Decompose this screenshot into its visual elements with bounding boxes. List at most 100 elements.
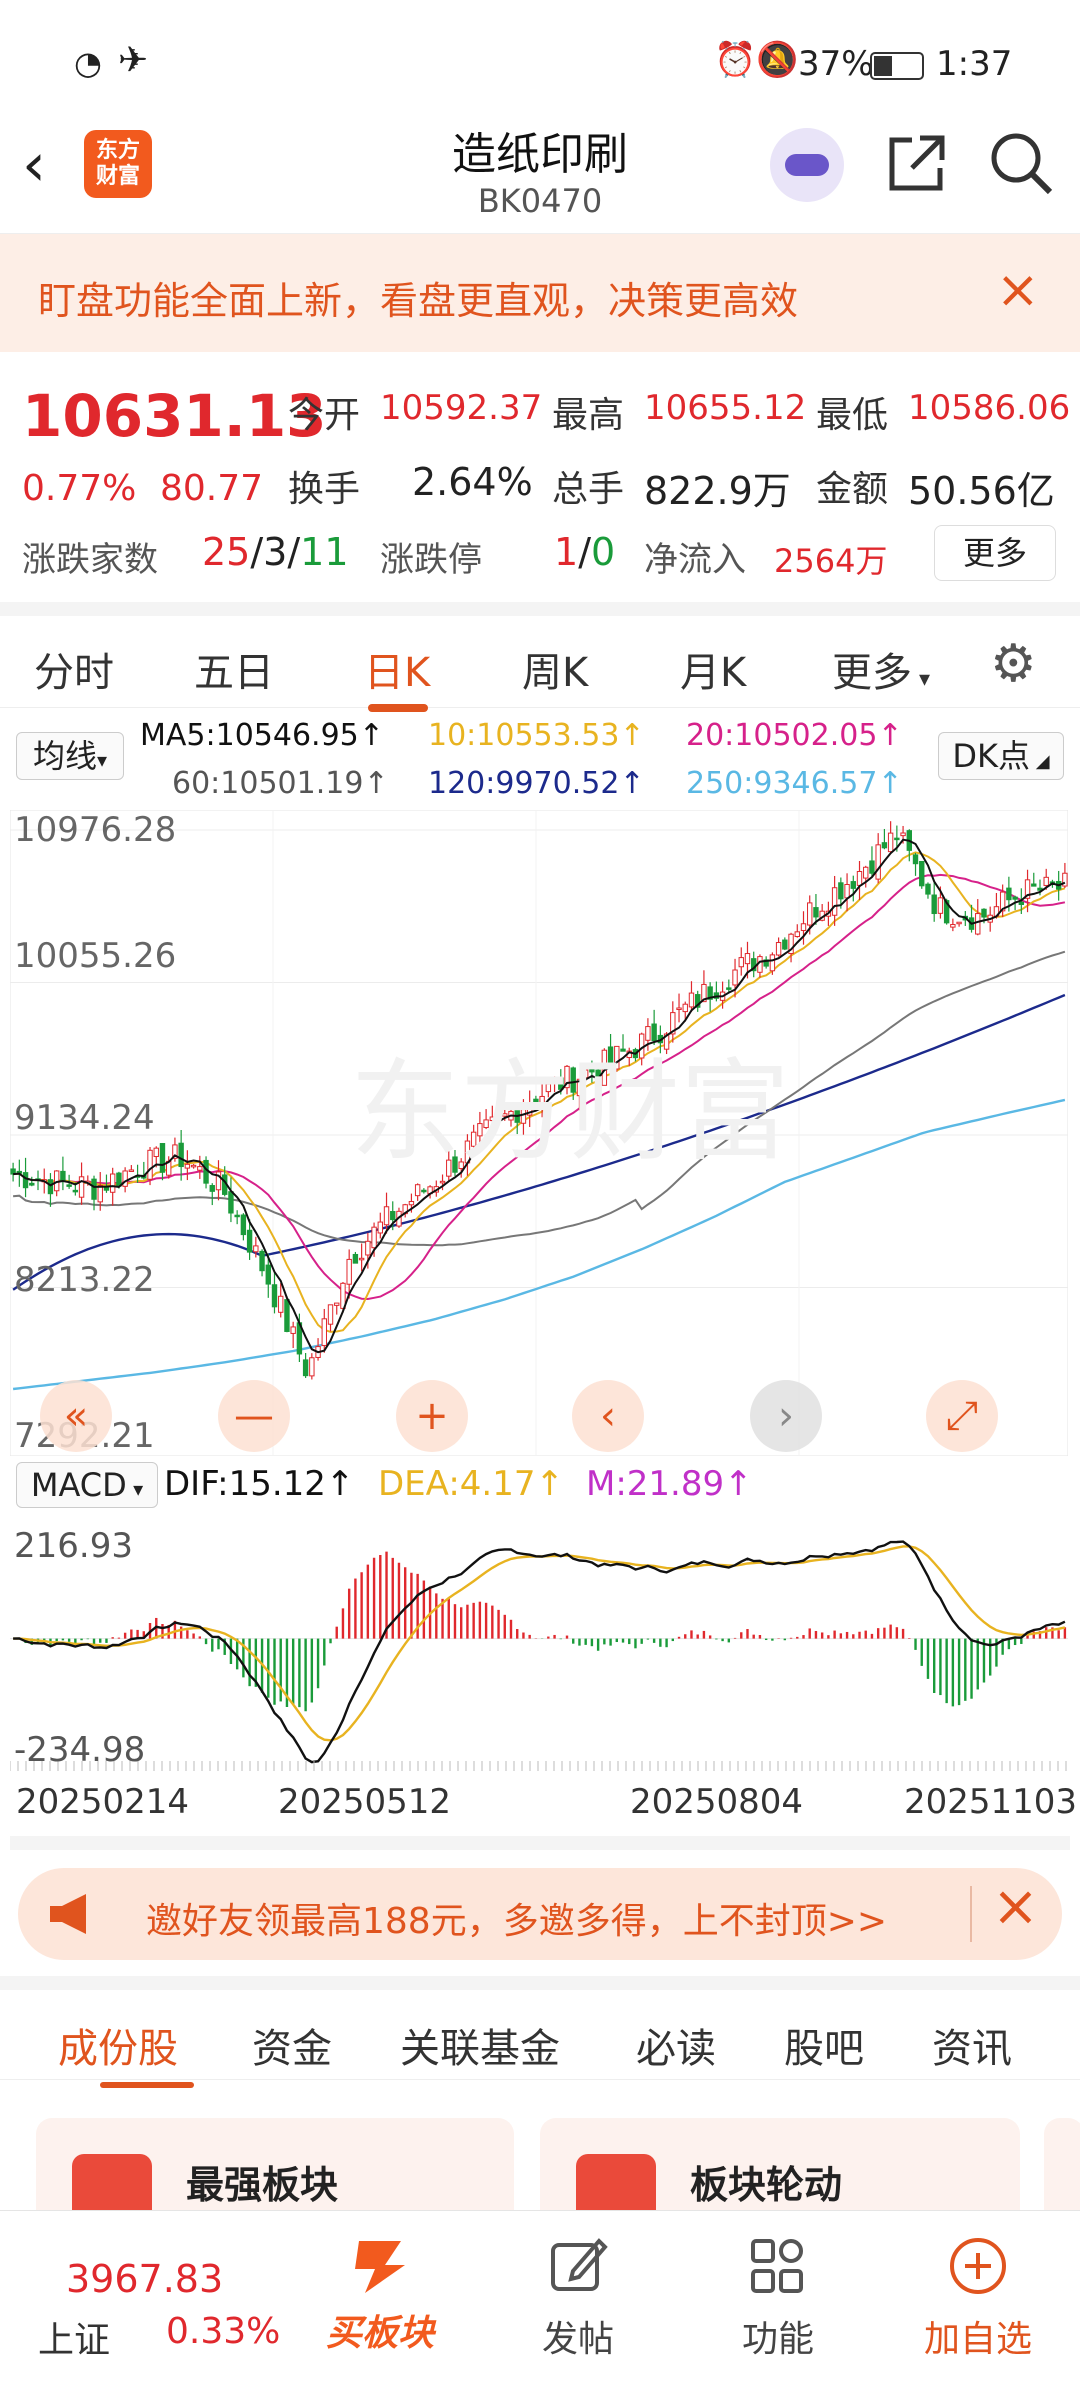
add-watchlist-button[interactable]: 加自选 bbox=[908, 2231, 1048, 2362]
y-tick-label: 10055.26 bbox=[14, 936, 177, 976]
close-icon[interactable]: × bbox=[992, 1874, 1039, 1939]
candle-body bbox=[178, 1142, 184, 1168]
bottom-nav: 3967.83 上证 0.33% 买板块 发帖 功能 加自选 bbox=[0, 2210, 1080, 2388]
candle-body bbox=[863, 866, 869, 879]
wifi-icon: ◔ bbox=[74, 44, 102, 82]
macd-dea-value: DEA:4.17↑ bbox=[378, 1464, 564, 1504]
edit-icon bbox=[551, 2238, 608, 2291]
zoom-out-button[interactable]: — bbox=[218, 1380, 290, 1452]
tab-forum[interactable]: 股吧 bbox=[784, 2016, 864, 2074]
macd-selector[interactable]: MACD ▾ bbox=[16, 1462, 158, 1508]
high-value: 10655.12 bbox=[644, 388, 807, 428]
megaphone-icon bbox=[50, 1894, 86, 1934]
candle-body bbox=[190, 1164, 197, 1168]
candle-body bbox=[383, 1206, 390, 1226]
notice-text: 盯盘功能全面上新，看盘更直观，决策更高效 bbox=[38, 279, 799, 323]
candle-body bbox=[439, 1180, 446, 1184]
tab-must-read[interactable]: 必读 bbox=[636, 2016, 716, 2074]
chevron-down-icon: ▾ bbox=[126, 1477, 144, 1501]
tab-related-funds[interactable]: 关联基金 bbox=[400, 2016, 560, 2074]
battery-percent: 37% bbox=[798, 44, 874, 84]
card-title: 最强板块 bbox=[186, 2163, 339, 2207]
candle-body bbox=[782, 939, 788, 950]
tab-weekly-k[interactable]: 周K bbox=[522, 640, 588, 698]
x-tick-label: 20250804 bbox=[630, 1782, 804, 1822]
candle-body bbox=[844, 884, 850, 899]
tab-intraday[interactable]: 分时 bbox=[34, 640, 114, 698]
clock: 1:37 bbox=[936, 44, 1013, 84]
candle-body bbox=[1043, 876, 1049, 886]
search-icon[interactable] bbox=[988, 130, 1054, 196]
zoom-in-button[interactable]: + bbox=[396, 1380, 468, 1452]
low-value: 10586.06 bbox=[908, 388, 1071, 428]
candle-body bbox=[47, 1179, 54, 1195]
volume-label: 总手 bbox=[552, 469, 625, 510]
limit-counts: 1/0 bbox=[554, 530, 616, 574]
candle-body bbox=[91, 1178, 97, 1200]
share-icon[interactable] bbox=[886, 132, 948, 194]
candle-body bbox=[956, 921, 962, 925]
tab-five-day[interactable]: 五日 bbox=[194, 640, 274, 698]
candle-body bbox=[128, 1169, 135, 1172]
candle-body bbox=[688, 992, 695, 1008]
ai-assistant-icon[interactable] bbox=[770, 128, 844, 202]
x-tick-label: 20250214 bbox=[16, 1782, 190, 1822]
ma250-value: 250:9346.57↑ bbox=[686, 766, 903, 801]
dk-point-selector[interactable]: DK点 ◢ bbox=[938, 732, 1064, 780]
active-tab-indicator bbox=[368, 704, 428, 712]
chevron-down-icon: ▾ bbox=[96, 748, 108, 772]
candle-body bbox=[1031, 883, 1037, 887]
tab-daily-k[interactable]: 日K bbox=[364, 640, 430, 698]
candle-body bbox=[234, 1214, 240, 1218]
macd-chart[interactable] bbox=[10, 1515, 1068, 1771]
candle-body bbox=[271, 1284, 278, 1308]
period-tabs: 分时 五日 日K 周K 月K 更多 ▾ ⚙ bbox=[0, 602, 1080, 712]
change-percent: 0.77% bbox=[22, 468, 137, 509]
net-inflow-label: 净流入 bbox=[644, 540, 746, 580]
ma20-value: 20:10502.05↑ bbox=[686, 718, 903, 753]
candle-body bbox=[284, 1299, 290, 1332]
candle-body bbox=[975, 913, 981, 935]
candle-body bbox=[931, 894, 937, 915]
index-name: 上证 bbox=[38, 2320, 111, 2361]
tab-monthly-k[interactable]: 月K bbox=[680, 640, 746, 698]
candle-body bbox=[203, 1159, 209, 1184]
candle-body bbox=[346, 1258, 352, 1285]
indicator-selector[interactable]: 均线▾ bbox=[16, 732, 124, 780]
candle-body bbox=[856, 871, 863, 886]
candle-body bbox=[1018, 901, 1025, 906]
settings-icon[interactable]: ⚙ bbox=[990, 634, 1037, 694]
candle-body bbox=[153, 1147, 159, 1158]
advance-decline-label: 涨跌家数 bbox=[22, 540, 158, 580]
tab-constituents[interactable]: 成份股 bbox=[58, 2016, 178, 2074]
candle-body bbox=[925, 883, 931, 895]
post-button[interactable]: 发帖 bbox=[508, 2231, 648, 2362]
limit-label: 涨跌停 bbox=[380, 540, 482, 580]
functions-button[interactable]: 功能 bbox=[708, 2231, 848, 2362]
tab-capital[interactable]: 资金 bbox=[252, 2016, 332, 2074]
candle-body bbox=[60, 1170, 66, 1181]
last-price: 10631.13 bbox=[22, 382, 327, 450]
candle-body bbox=[228, 1191, 234, 1214]
candle-body bbox=[738, 957, 744, 968]
candle-body bbox=[209, 1185, 215, 1192]
buy-sector-button[interactable]: 买板块 bbox=[310, 2231, 450, 2356]
fullscreen-icon[interactable]: ⤢ bbox=[926, 1380, 998, 1452]
scroll-start-button[interactable]: « bbox=[40, 1380, 112, 1452]
open-value: 10592.37 bbox=[380, 388, 543, 428]
candle-body bbox=[309, 1357, 315, 1377]
more-button[interactable]: 更多 bbox=[934, 525, 1056, 581]
scroll-left-button[interactable]: ‹ bbox=[572, 1380, 644, 1452]
amount-value: 50.56亿 bbox=[908, 469, 1055, 513]
mute-icon: 🔕 bbox=[756, 40, 799, 80]
candle-body bbox=[645, 1026, 651, 1041]
kline-chart[interactable]: 东方财富 bbox=[10, 810, 1068, 1456]
card-title: 板块轮动 bbox=[690, 2163, 843, 2207]
close-icon[interactable]: × bbox=[996, 260, 1040, 320]
candle-body bbox=[197, 1166, 203, 1171]
scroll-right-button[interactable]: › bbox=[750, 1380, 822, 1452]
promo-banner[interactable]: 邀好友领最高188元，多邀多得，上不封顶>> × bbox=[18, 1868, 1062, 1960]
tab-news[interactable]: 资讯 bbox=[932, 2016, 1012, 2074]
tab-more[interactable]: 更多 ▾ bbox=[832, 640, 930, 698]
watermark-logo: 东方财富 bbox=[350, 1051, 790, 1174]
